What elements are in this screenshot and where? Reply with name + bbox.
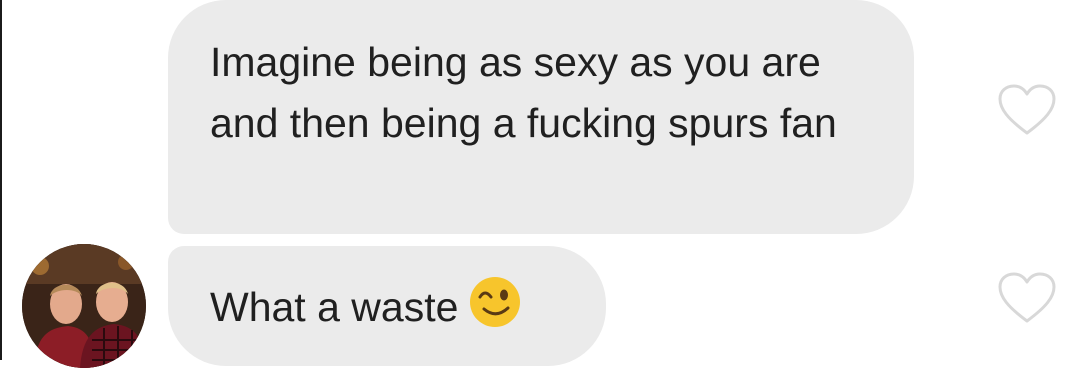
message-bubble[interactable]: What a waste — [168, 246, 606, 366]
left-divider — [0, 0, 2, 360]
winking-face-emoji — [470, 277, 521, 327]
message-text: Imagine being as sexy as you are and the… — [210, 39, 837, 146]
heart-outline-icon[interactable] — [998, 84, 1056, 136]
avatar[interactable] — [22, 244, 146, 368]
avatar-photo — [22, 244, 146, 368]
message-text: What a waste — [210, 284, 459, 330]
heart-outline-icon[interactable] — [998, 272, 1056, 324]
message-bubble[interactable]: Imagine being as sexy as you are and the… — [168, 0, 914, 234]
